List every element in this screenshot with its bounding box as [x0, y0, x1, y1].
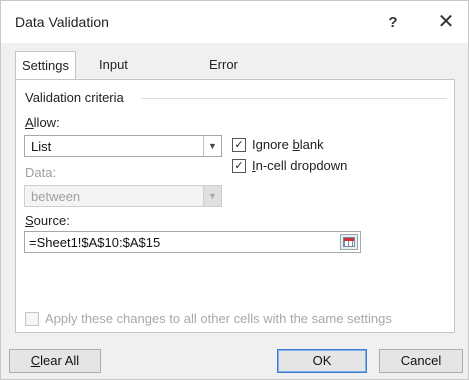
ignore-blank-label: Ignore blank — [252, 137, 324, 152]
data-validation-dialog: Data Validation ? ✕ Settings Input Messa… — [0, 0, 469, 380]
apply-all-checkbox[interactable]: Apply these changes to all other cells w… — [25, 311, 445, 329]
close-button[interactable]: ✕ — [433, 9, 459, 35]
source-value: =Sheet1!$A$10:$A$15 — [29, 235, 161, 250]
tab-settings[interactable]: Settings — [15, 51, 76, 79]
ignore-blank-checkbox[interactable]: ✓ Ignore blank — [232, 137, 432, 155]
help-button[interactable]: ? — [381, 11, 405, 35]
in-cell-dropdown-label: In-cell dropdown — [252, 158, 348, 173]
allow-value: List — [31, 139, 52, 154]
tab-input-message[interactable]: Input Message — [93, 53, 158, 96]
allow-select[interactable]: List ▼ — [24, 135, 222, 157]
validation-criteria-label: Validation criteria — [25, 90, 124, 105]
checkbox-icon[interactable]: ✓ — [232, 159, 246, 173]
allow-label: Allow: — [25, 115, 60, 130]
in-cell-dropdown-checkbox[interactable]: ✓ In-cell dropdown — [232, 158, 432, 176]
tab-error-alert[interactable]: Error Alert — [203, 53, 244, 96]
data-value: between — [31, 189, 81, 204]
chevron-down-icon: ▼ — [203, 186, 221, 206]
data-select: between ▼ — [24, 185, 222, 207]
clear-all-button[interactable]: Clear All — [9, 349, 101, 373]
cancel-button[interactable]: Cancel — [379, 349, 463, 373]
data-label: Data: — [25, 165, 57, 180]
range-select-icon[interactable] — [340, 234, 358, 250]
checkbox-icon[interactable] — [25, 312, 39, 326]
title-bar: Data Validation ? ✕ — [1, 1, 468, 43]
source-label: Source: — [25, 213, 70, 228]
apply-all-label: Apply these changes to all other cells w… — [45, 311, 392, 326]
checkbox-icon[interactable]: ✓ — [232, 138, 246, 152]
source-input[interactable]: =Sheet1!$A$10:$A$15 — [24, 231, 361, 253]
chevron-down-icon[interactable]: ▼ — [203, 136, 221, 156]
section-divider — [141, 98, 447, 99]
ok-button[interactable]: OK — [277, 349, 367, 373]
dialog-title: Data Validation — [15, 14, 109, 30]
